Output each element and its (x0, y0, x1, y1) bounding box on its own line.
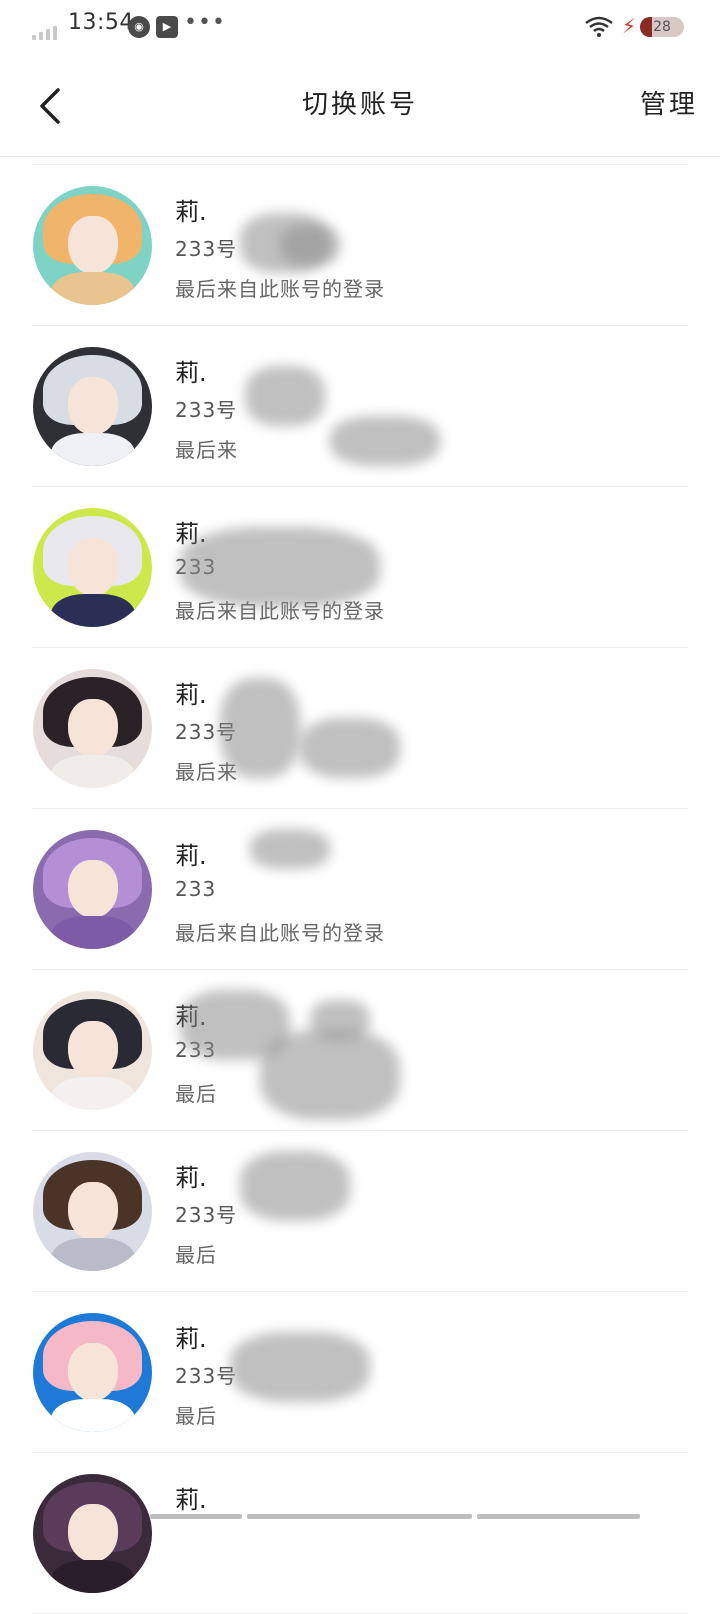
soul-app-icon: ◉ (128, 16, 150, 38)
avatar-body (51, 594, 135, 627)
account-last-login: 最后来自此账号的登录 (175, 921, 385, 945)
avatar (33, 991, 152, 1110)
avatar-face (68, 538, 118, 596)
account-nickname: 莉. (175, 842, 207, 870)
account-nickname: 莉. (175, 1325, 207, 1353)
redaction-smudge (300, 718, 400, 778)
account-item[interactable]: 莉. 233号 最后来自此账号的登录 (0, 165, 720, 326)
account-nickname: 莉. (175, 1164, 207, 1192)
avatar (33, 1474, 152, 1593)
redaction-smudge (330, 416, 440, 466)
charging-icon: ⚡ (622, 14, 637, 38)
account-uid: 233 (175, 877, 217, 901)
account-item[interactable]: 莉. (0, 1453, 720, 1614)
account-item[interactable]: 莉. 233 最后 (0, 970, 720, 1131)
account-nickname: 莉. (175, 1486, 207, 1514)
redaction-smudge (180, 527, 380, 607)
avatar (33, 508, 152, 627)
avatar-face (68, 1504, 118, 1562)
avatar-face (68, 1182, 118, 1240)
account-last-login: 最后来 (175, 438, 238, 462)
account-nickname: 莉. (175, 359, 207, 387)
avatar-body (51, 272, 135, 305)
status-time: 13:54 (68, 10, 134, 35)
account-uid: 233号 (175, 1364, 238, 1388)
account-last-login: 最后 (175, 1404, 217, 1428)
account-last-login: 最后来自此账号的登录 (175, 277, 385, 301)
nav-bar: 切换账号 管理 (0, 56, 720, 157)
scroll-indicator (150, 1514, 642, 1520)
redaction-smudge (250, 829, 330, 869)
avatar-body (51, 755, 135, 788)
signal-icon (32, 24, 62, 40)
redaction-smudge (280, 225, 340, 265)
page-title: 切换账号 (301, 90, 418, 120)
account-item[interactable]: 莉. 233 最后来自此账号的登录 (0, 809, 720, 970)
account-item[interactable]: 莉. 233号 最后 (0, 1131, 720, 1292)
avatar (33, 830, 152, 949)
avatar-body (51, 1560, 135, 1593)
account-nickname: 莉. (175, 681, 207, 709)
redaction-smudge (260, 1030, 400, 1120)
battery-percent: 28 (653, 19, 671, 35)
avatar-body (51, 1399, 135, 1432)
account-item[interactable]: 莉. 233号 最后来 (0, 326, 720, 487)
avatar (33, 1313, 152, 1432)
account-uid: 233号 (175, 1203, 238, 1227)
avatar-face (68, 699, 118, 757)
avatar-body (51, 916, 135, 949)
avatar (33, 347, 152, 466)
avatar-face (68, 377, 118, 435)
avatar-face (68, 1021, 118, 1079)
wifi-icon (585, 16, 613, 37)
redaction-smudge (310, 1000, 370, 1040)
account-item[interactable]: 莉. 233号 最后来 (0, 648, 720, 809)
account-item[interactable]: 莉. 233 最后来自此账号的登录 (0, 487, 720, 648)
avatar (33, 1152, 152, 1271)
account-nickname: 莉. (175, 198, 207, 226)
redaction-smudge (240, 1151, 350, 1221)
avatar (33, 669, 152, 788)
avatar (33, 186, 152, 305)
avatar-body (51, 433, 135, 466)
account-uid: 233号 (175, 398, 238, 422)
status-bar: 13:54 ◉ ▶ ••• ⚡ 28 (0, 0, 720, 56)
manage-button[interactable]: 管理 (640, 84, 698, 121)
video-app-icon: ▶ (156, 16, 178, 38)
account-item[interactable]: 莉. 233号 最后 (0, 1292, 720, 1453)
redaction-smudge (230, 1332, 370, 1402)
avatar-face (68, 860, 118, 918)
avatar-face (68, 1343, 118, 1401)
account-last-login: 最后 (175, 1243, 217, 1267)
avatar-body (51, 1238, 135, 1271)
redaction-smudge (220, 678, 300, 778)
battery-icon: 28 (640, 17, 684, 37)
account-last-login: 最后 (175, 1082, 217, 1106)
more-dots-icon: ••• (184, 10, 226, 35)
redaction-smudge (245, 366, 325, 426)
avatar-face (68, 216, 118, 274)
account-uid: 233号 (175, 237, 238, 261)
avatar-body (51, 1077, 135, 1110)
